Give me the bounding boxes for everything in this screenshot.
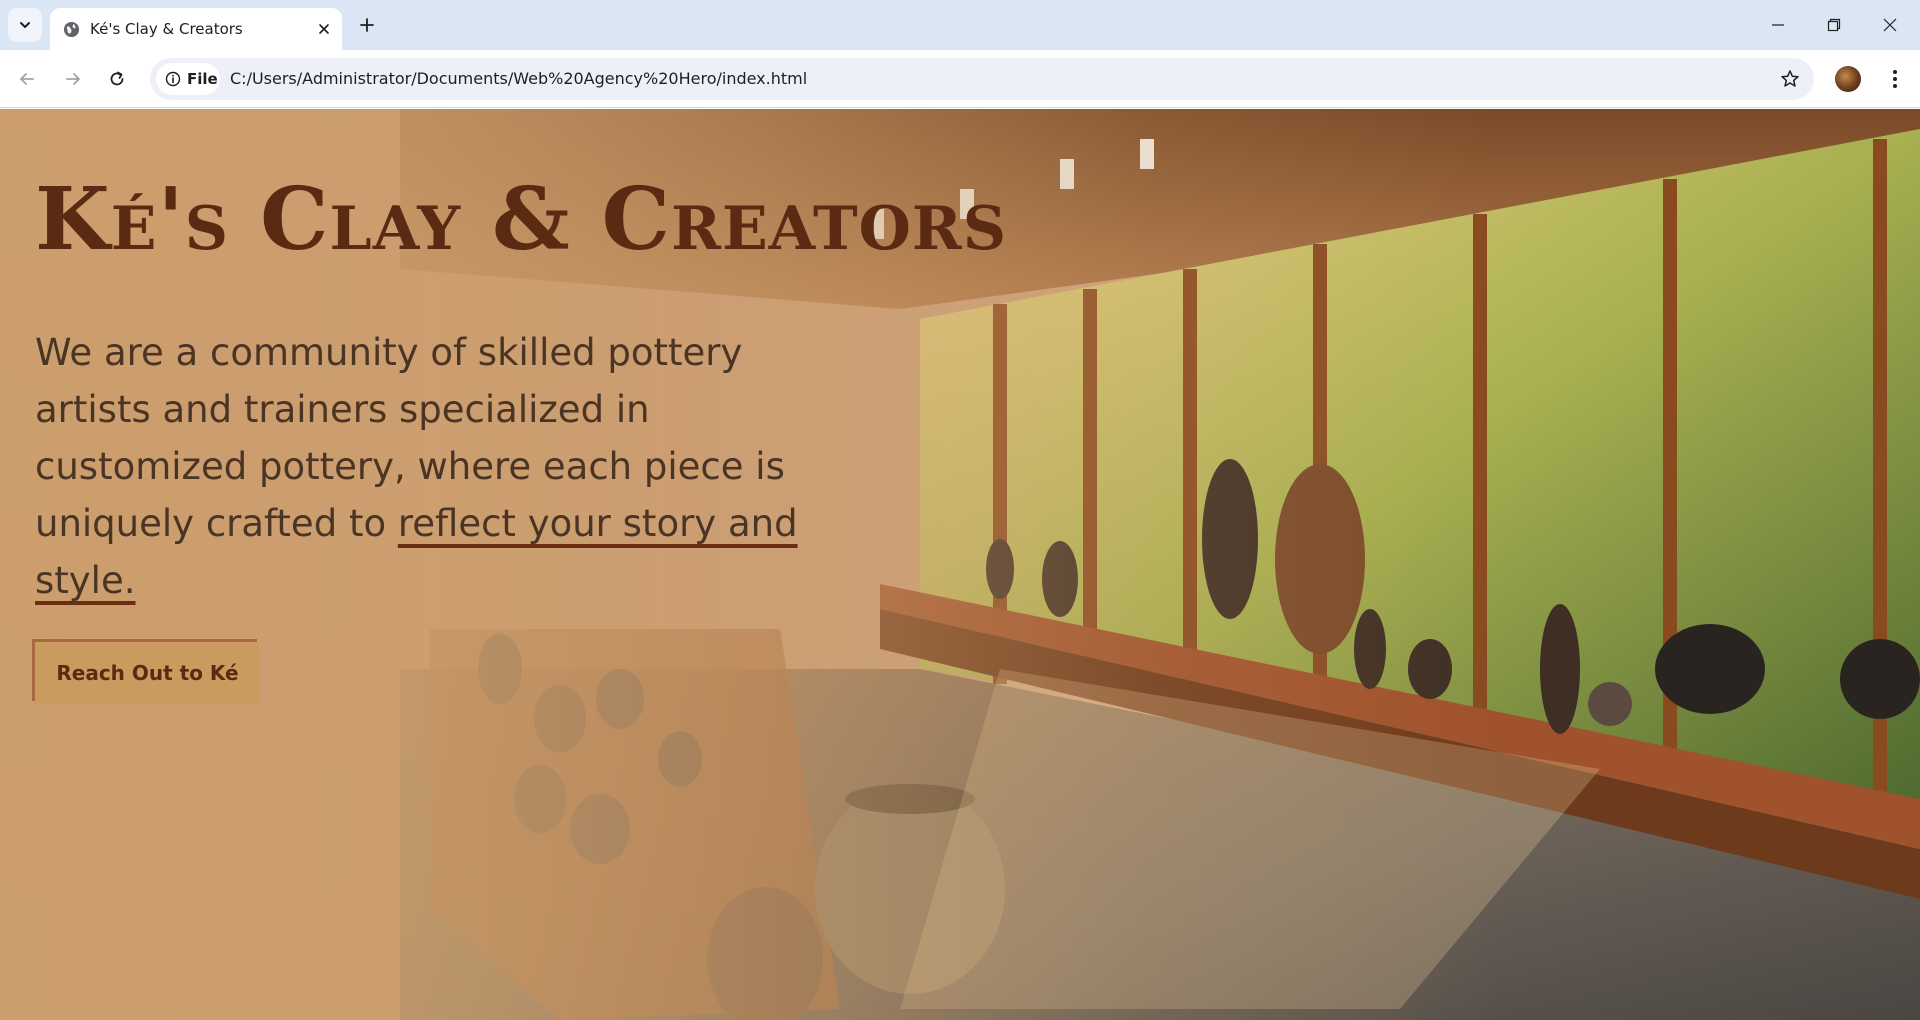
site-info-chip[interactable]: File: [156, 63, 220, 95]
plus-icon: [360, 18, 374, 32]
window-close-button[interactable]: [1862, 0, 1918, 50]
minimize-icon: [1772, 24, 1784, 26]
address-bar[interactable]: File C:/Users/Administrator/Documents/We…: [150, 58, 1814, 100]
star-icon: [1781, 70, 1799, 87]
arrow-left-icon: [20, 73, 34, 85]
info-icon: [165, 71, 181, 87]
url-text[interactable]: C:/Users/Administrator/Documents/Web%20A…: [230, 58, 807, 100]
reach-out-button[interactable]: Reach Out to Ké: [35, 642, 260, 704]
arrow-right-icon: [66, 73, 80, 85]
tab-close-button[interactable]: [314, 19, 334, 39]
tab-search-button[interactable]: [8, 8, 42, 42]
forward-button[interactable]: [56, 62, 90, 96]
browser-tab[interactable]: Ké's Clay & Creators: [50, 8, 342, 50]
window-restore-button[interactable]: [1806, 0, 1862, 50]
hero-section: Ké's Clay & Creators We are a community …: [0, 109, 1920, 1020]
kebab-menu-icon: [1893, 70, 1897, 88]
browser-tab-bar: Ké's Clay & Creators: [0, 0, 1920, 50]
browser-toolbar: File C:/Users/Administrator/Documents/We…: [0, 50, 1920, 108]
browser-menu-button[interactable]: [1880, 64, 1910, 94]
site-info-label: File: [187, 70, 218, 88]
close-icon: [1883, 18, 1897, 32]
bookmark-button[interactable]: [1778, 67, 1802, 91]
chevron-down-icon: [20, 22, 30, 28]
hero-title: Ké's Clay & Creators: [35, 169, 1008, 270]
reload-button[interactable]: [100, 62, 134, 96]
globe-icon: [63, 21, 80, 38]
back-button[interactable]: [10, 62, 44, 96]
close-icon: [319, 24, 329, 34]
new-tab-button[interactable]: [352, 10, 382, 40]
reload-icon: [110, 71, 124, 86]
window-minimize-button[interactable]: [1750, 0, 1806, 50]
restore-icon: [1827, 18, 1841, 32]
tab-title: Ké's Clay & Creators: [90, 20, 243, 38]
hero-description: We are a community of skilled pottery ar…: [35, 324, 865, 609]
profile-avatar[interactable]: [1835, 66, 1861, 92]
